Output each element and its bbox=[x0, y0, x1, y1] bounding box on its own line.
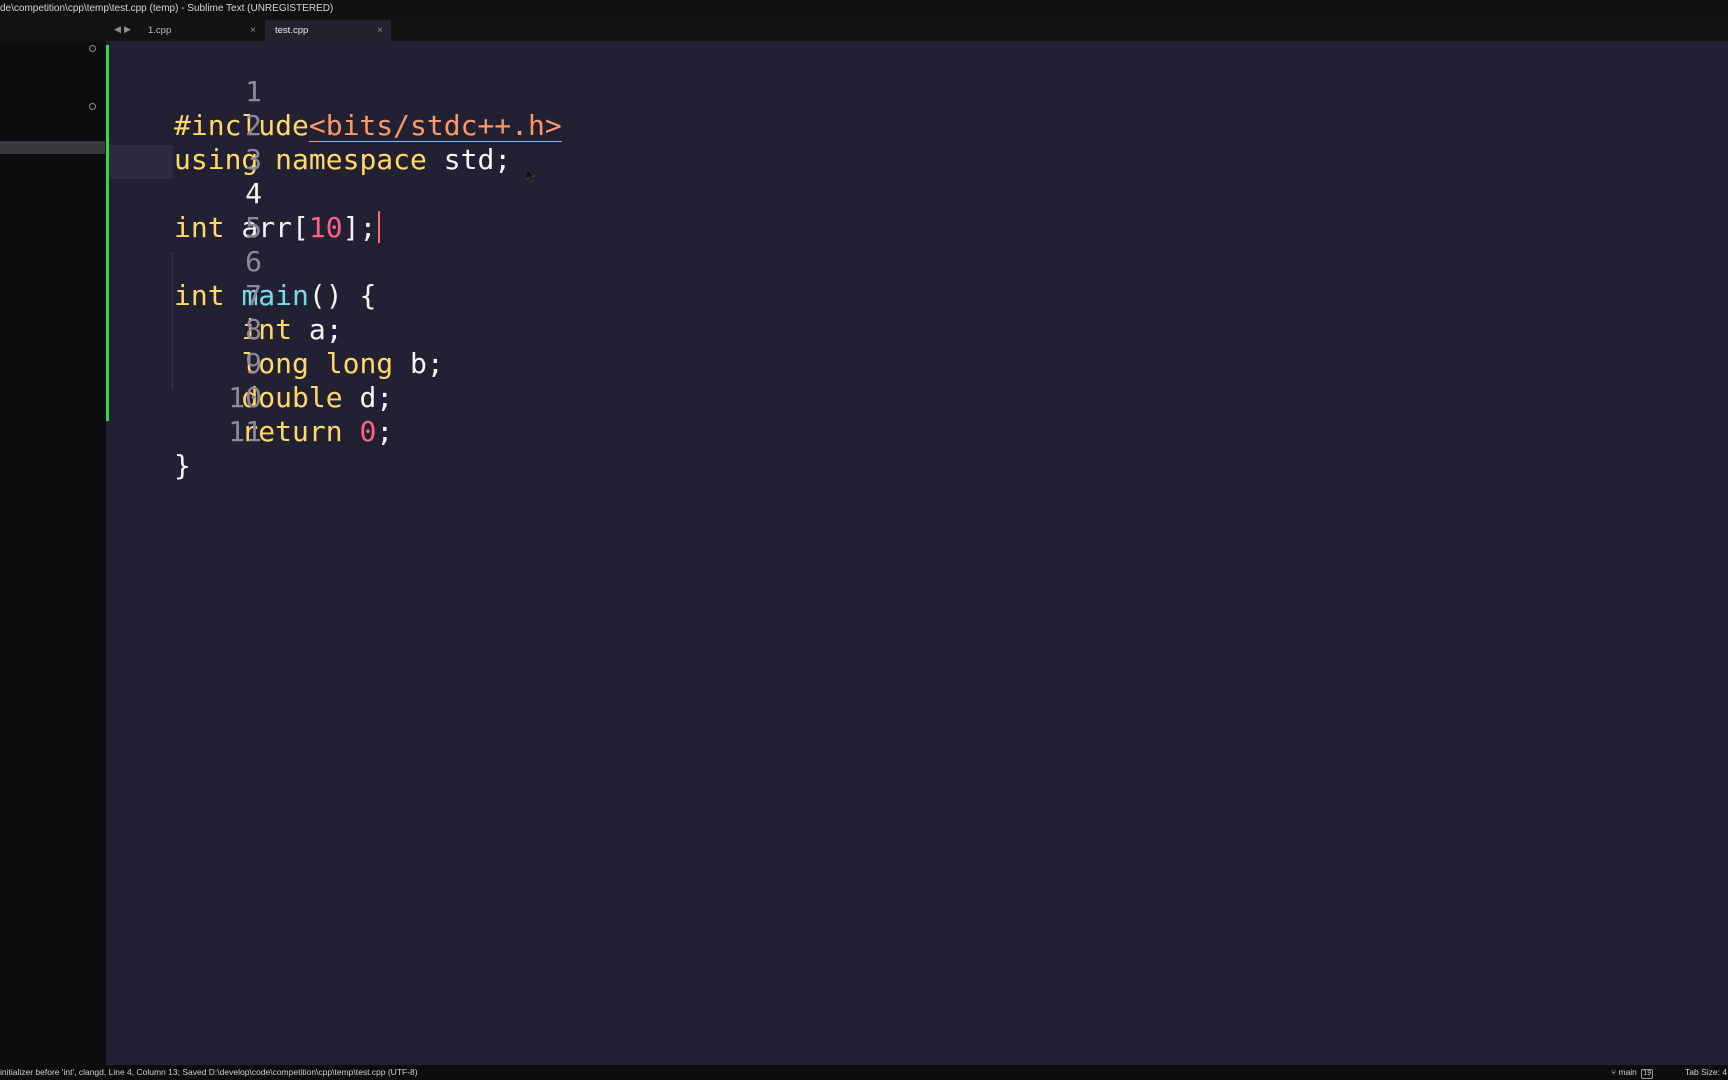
tab-size-indicator[interactable]: Tab Size: 4 bbox=[1685, 1065, 1727, 1080]
code-line[interactable]: 3 bbox=[106, 109, 1706, 176]
branch-count-badge: 19 bbox=[1641, 1069, 1654, 1079]
sidebar-selected-item[interactable] bbox=[0, 141, 105, 154]
line-number: 11 bbox=[228, 415, 262, 448]
sidebar-folder-dot-icon bbox=[89, 45, 96, 52]
tab-test-cpp[interactable]: test.cpp × bbox=[265, 20, 391, 41]
tab-back-arrow-icon[interactable]: ◀ bbox=[114, 24, 121, 34]
window-title-text: de\competition\cpp\temp\test.cpp (temp) … bbox=[0, 3, 334, 14]
code-text: ; bbox=[376, 415, 394, 448]
sidebar-file-dot-icon bbox=[89, 103, 96, 110]
code-line[interactable]: 7 int a; bbox=[106, 245, 1706, 346]
tab-1-cpp[interactable]: 1.cpp × bbox=[138, 20, 264, 41]
tab-forward-arrow-icon[interactable]: ▶ bbox=[124, 24, 131, 34]
tab-label: 1.cpp bbox=[148, 25, 172, 36]
code-line[interactable]: 11 } bbox=[106, 381, 1706, 482]
code-line[interactable]: 9 double d; bbox=[106, 313, 1706, 414]
git-branch-icon: ⑂ bbox=[1611, 1067, 1617, 1077]
code-line-current[interactable]: 4 int arr[10]; bbox=[106, 143, 1706, 244]
sidebar bbox=[0, 41, 105, 1065]
tab-close-icon[interactable]: × bbox=[250, 20, 256, 41]
status-bar: initializer before 'int', clangd, Line 4… bbox=[0, 1065, 1728, 1080]
code-line[interactable]: 5 bbox=[106, 177, 1706, 244]
code-line[interactable]: 6 int main() { bbox=[106, 211, 1706, 312]
code-editor[interactable]: 1 #include<bits/stdc++.h> 2 using namesp… bbox=[106, 41, 1728, 1065]
status-message: initializer before 'int', clangd, Line 4… bbox=[0, 1067, 418, 1077]
mouse-pointer-icon bbox=[525, 168, 536, 185]
code-line[interactable]: 2 using namespace std; bbox=[106, 75, 1706, 176]
code-line[interactable]: 1 #include<bits/stdc++.h> bbox=[106, 41, 1706, 142]
tab-label: test.cpp bbox=[275, 25, 309, 36]
window-title: de\competition\cpp\temp\test.cpp (temp) … bbox=[0, 0, 1728, 18]
tab-close-icon[interactable]: × bbox=[377, 20, 383, 41]
code-line[interactable]: 10 return 0; bbox=[106, 347, 1706, 448]
code-line[interactable]: 8 long long b; bbox=[106, 279, 1706, 380]
number-literal: 0 bbox=[359, 415, 377, 448]
git-branch-status[interactable]: ⑂ main 19 bbox=[1611, 1065, 1654, 1080]
branch-name: main bbox=[1618, 1067, 1637, 1077]
code-text: } bbox=[174, 449, 191, 482]
